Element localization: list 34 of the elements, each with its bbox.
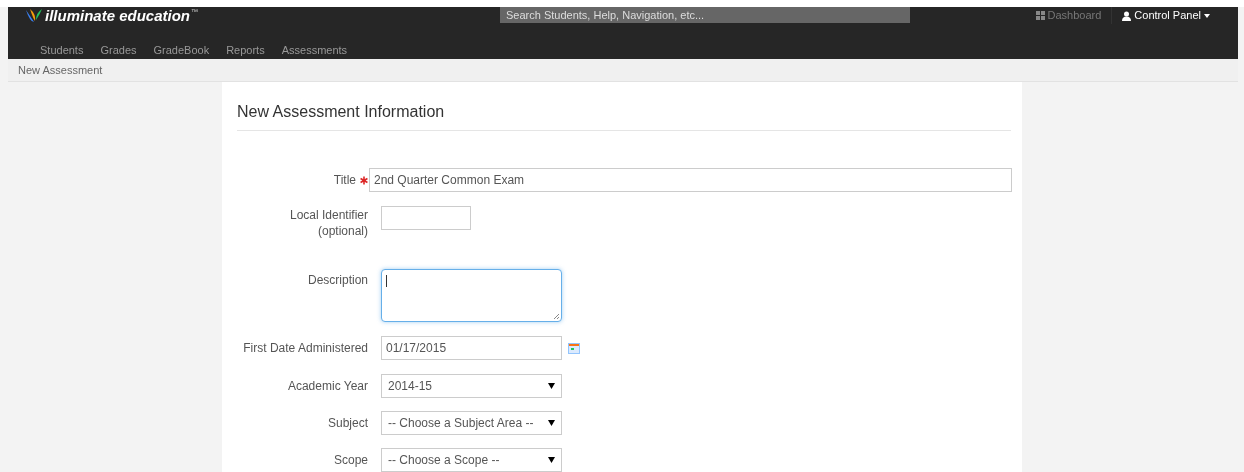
caret-icon bbox=[548, 383, 555, 389]
date-field[interactable]: 01/17/2015 bbox=[381, 336, 562, 360]
nav-link[interactable]: GradeBook bbox=[153, 42, 210, 59]
search-field[interactable]: Search Students, Help, Navigation, etc... bbox=[500, 7, 911, 24]
text-field[interactable] bbox=[381, 206, 471, 230]
field-label: Scope bbox=[333, 452, 368, 468]
grid-icon bbox=[1035, 11, 1045, 21]
field-label: Local Identifier bbox=[289, 207, 368, 223]
nav-link[interactable]: Reports bbox=[226, 42, 265, 59]
text-field[interactable]: 2nd Quarter Common Exam bbox=[369, 168, 1012, 192]
field-label: First Date Administered bbox=[243, 340, 368, 356]
field-label: Subject bbox=[327, 415, 368, 431]
calendar-icon[interactable] bbox=[568, 342, 580, 354]
caret-icon bbox=[1204, 13, 1210, 18]
caret-icon bbox=[548, 457, 555, 463]
field-label: Academic Year bbox=[287, 378, 368, 394]
field-label: Title bbox=[333, 172, 356, 188]
nav-link[interactable]: Assessments bbox=[281, 42, 348, 59]
select-dropdown[interactable]: -- Choose a Scope -- bbox=[381, 448, 562, 472]
resize-grip-icon[interactable] bbox=[553, 313, 560, 320]
control-panel-link[interactable]: Control Panel bbox=[1111, 7, 1238, 25]
caret-icon bbox=[548, 420, 555, 426]
logo-icon bbox=[24, 8, 44, 25]
field-label: Description bbox=[307, 272, 368, 288]
select-dropdown[interactable]: -- Choose a Subject Area -- bbox=[381, 411, 562, 435]
select-dropdown[interactable]: 2014-15 bbox=[381, 374, 562, 398]
field-sublabel: (optional) bbox=[317, 223, 368, 239]
form-heading: New Assessment Information bbox=[237, 103, 445, 120]
nav-link[interactable]: Grades bbox=[100, 42, 137, 59]
nav-link[interactable]: Students bbox=[40, 42, 84, 59]
brand-name[interactable]: illuminate education bbox=[45, 7, 191, 25]
description-field[interactable] bbox=[381, 269, 562, 322]
user-icon bbox=[1122, 10, 1132, 21]
breadcrumb: New Assessment bbox=[18, 62, 103, 78]
